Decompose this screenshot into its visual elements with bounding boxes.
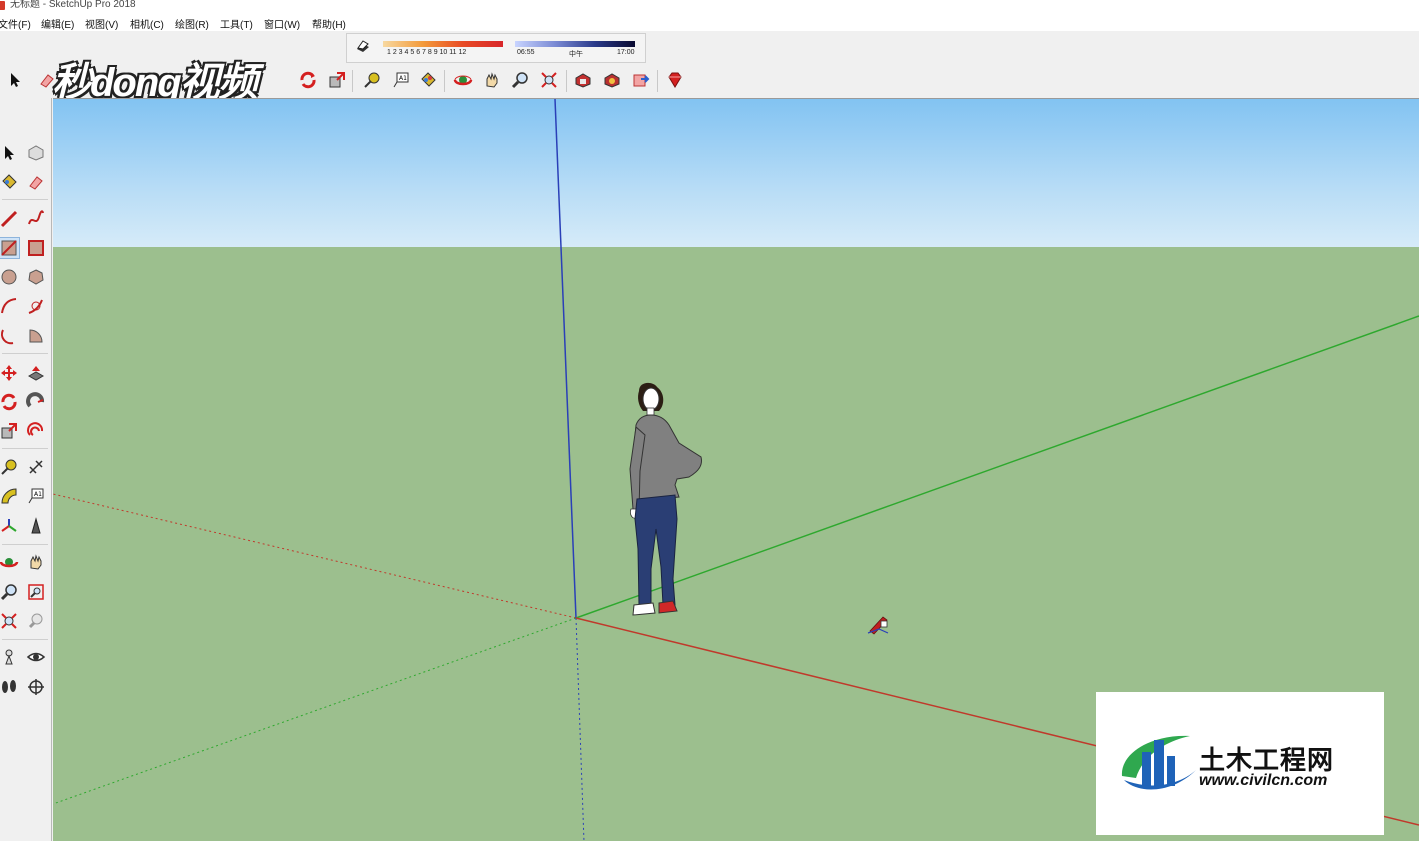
zoom-icon[interactable] (509, 69, 531, 91)
toolbar-separator (2, 448, 48, 449)
scale-icon[interactable] (0, 420, 20, 442)
protractor-icon[interactable] (0, 485, 20, 507)
shadow-settings-toolbar: 1 2 3 4 5 6 7 8 9 10 11 12 06:55 中午 17:0… (346, 33, 646, 63)
walk-icon[interactable] (0, 676, 20, 698)
toolbar-separator (444, 70, 445, 92)
red-axis-negative (53, 493, 577, 619)
zoom-icon[interactable] (0, 581, 20, 603)
time-end-label: 17:00 (617, 49, 635, 56)
tape-measure-icon[interactable] (361, 69, 383, 91)
menu-view[interactable]: 视图(V) (85, 16, 118, 31)
circle-icon[interactable] (0, 266, 20, 288)
move-icon[interactable] (0, 362, 20, 384)
toolbar-separator (2, 353, 48, 354)
menu-help[interactable]: 帮助(H) (312, 16, 346, 31)
pan-icon[interactable] (481, 69, 503, 91)
dimension-icon[interactable] (25, 456, 47, 478)
scale-figure-person (629, 382, 702, 616)
logo-site-url: www.civilcn.com (1199, 772, 1328, 789)
line-tool-cursor-icon (867, 616, 889, 635)
window-title: 无标题 - SketchUp Pro 2018 (10, 0, 136, 10)
toolbar-separator (2, 544, 48, 545)
zoom-window-icon[interactable] (25, 581, 47, 603)
blue-axis-negative (575, 617, 585, 841)
push-pull-icon[interactable] (25, 362, 47, 384)
toolbar-separator (352, 70, 353, 92)
menu-file[interactable]: 文件(F) (0, 16, 31, 31)
toolbar-separator (2, 199, 48, 200)
rotated-rectangle-icon[interactable] (25, 237, 47, 259)
offset-icon[interactable] (25, 420, 47, 442)
position-camera-icon[interactable] (0, 646, 20, 668)
time-start-label: 06:55 (517, 49, 535, 56)
menu-camera[interactable]: 相机(C) (130, 16, 164, 31)
pan-icon[interactable] (25, 551, 47, 573)
arc-icon[interactable] (0, 295, 20, 317)
zoom-extents-icon[interactable] (538, 69, 560, 91)
blue-axis (554, 99, 577, 619)
paint-bucket-icon[interactable] (0, 171, 20, 193)
paint-bucket-icon[interactable] (417, 69, 439, 91)
share-model-icon[interactable] (630, 69, 652, 91)
rotate-icon[interactable] (297, 69, 319, 91)
rectangle-icon[interactable] (0, 237, 20, 259)
text-icon[interactable]: A1 (25, 485, 47, 507)
select-icon[interactable] (4, 69, 26, 91)
menu-window[interactable]: 窗口(W) (264, 16, 300, 31)
arc-2-point-icon[interactable] (25, 295, 47, 317)
orbit-icon[interactable] (452, 69, 474, 91)
polygon-icon[interactable] (25, 266, 47, 288)
select-icon[interactable] (0, 142, 20, 164)
menu-edit[interactable]: 编辑(E) (41, 16, 74, 31)
site-logo-overlay: 土木工程网 www.civilcn.com (1096, 692, 1384, 835)
shadow-toggle-icon[interactable] (355, 39, 371, 55)
menu-tools[interactable]: 工具(T) (220, 16, 253, 31)
month-labels: 1 2 3 4 5 6 7 8 9 10 11 12 (387, 49, 467, 56)
eraser-icon[interactable] (25, 171, 47, 193)
line-icon[interactable] (0, 208, 20, 230)
follow-me-icon[interactable] (25, 391, 47, 413)
rotate-icon[interactable] (0, 391, 20, 413)
axes-icon[interactable] (0, 515, 20, 537)
title-bar: 无标题 - SketchUp Pro 2018 (0, 0, 1419, 12)
sketchup-app-icon (0, 1, 5, 10)
green-axis-negative (53, 617, 577, 805)
scale-icon[interactable] (326, 69, 348, 91)
toolbar-separator (657, 70, 658, 92)
previous-view-icon[interactable] (25, 610, 47, 632)
warehouse-icon[interactable] (572, 69, 594, 91)
extension-warehouse-icon[interactable] (601, 69, 623, 91)
text-icon[interactable]: A1 (390, 69, 412, 91)
toolbar-separator (566, 70, 567, 92)
month-slider[interactable] (383, 41, 503, 47)
pie-icon[interactable] (25, 325, 47, 347)
tape-measure-icon[interactable] (0, 456, 20, 478)
menu-draw[interactable]: 绘图(R) (175, 16, 209, 31)
green-axis (575, 315, 1419, 619)
toolbar-separator (2, 639, 48, 640)
freehand-icon[interactable] (25, 208, 47, 230)
time-slider[interactable] (515, 41, 635, 47)
time-mid-label: 中午 (569, 51, 583, 58)
component-icon[interactable] (25, 142, 47, 164)
civilcn-emblem-icon (1121, 735, 1196, 790)
svg-text:A1: A1 (399, 75, 407, 82)
3d-text-icon[interactable] (25, 515, 47, 537)
zoom-extents-icon[interactable] (0, 610, 20, 632)
menu-bar: 文件(F) 编辑(E) 视图(V) 相机(C) 绘图(R) 工具(T) 窗口(W… (0, 12, 1419, 31)
arc-3-point-icon[interactable] (0, 325, 20, 347)
look-around-icon[interactable] (25, 646, 47, 668)
orbit-icon[interactable] (0, 551, 20, 573)
left-toolbar: A1 (0, 98, 52, 841)
ruby-icon[interactable] (664, 69, 686, 91)
section-plane-icon[interactable] (25, 676, 47, 698)
svg-text:A1: A1 (34, 491, 42, 498)
